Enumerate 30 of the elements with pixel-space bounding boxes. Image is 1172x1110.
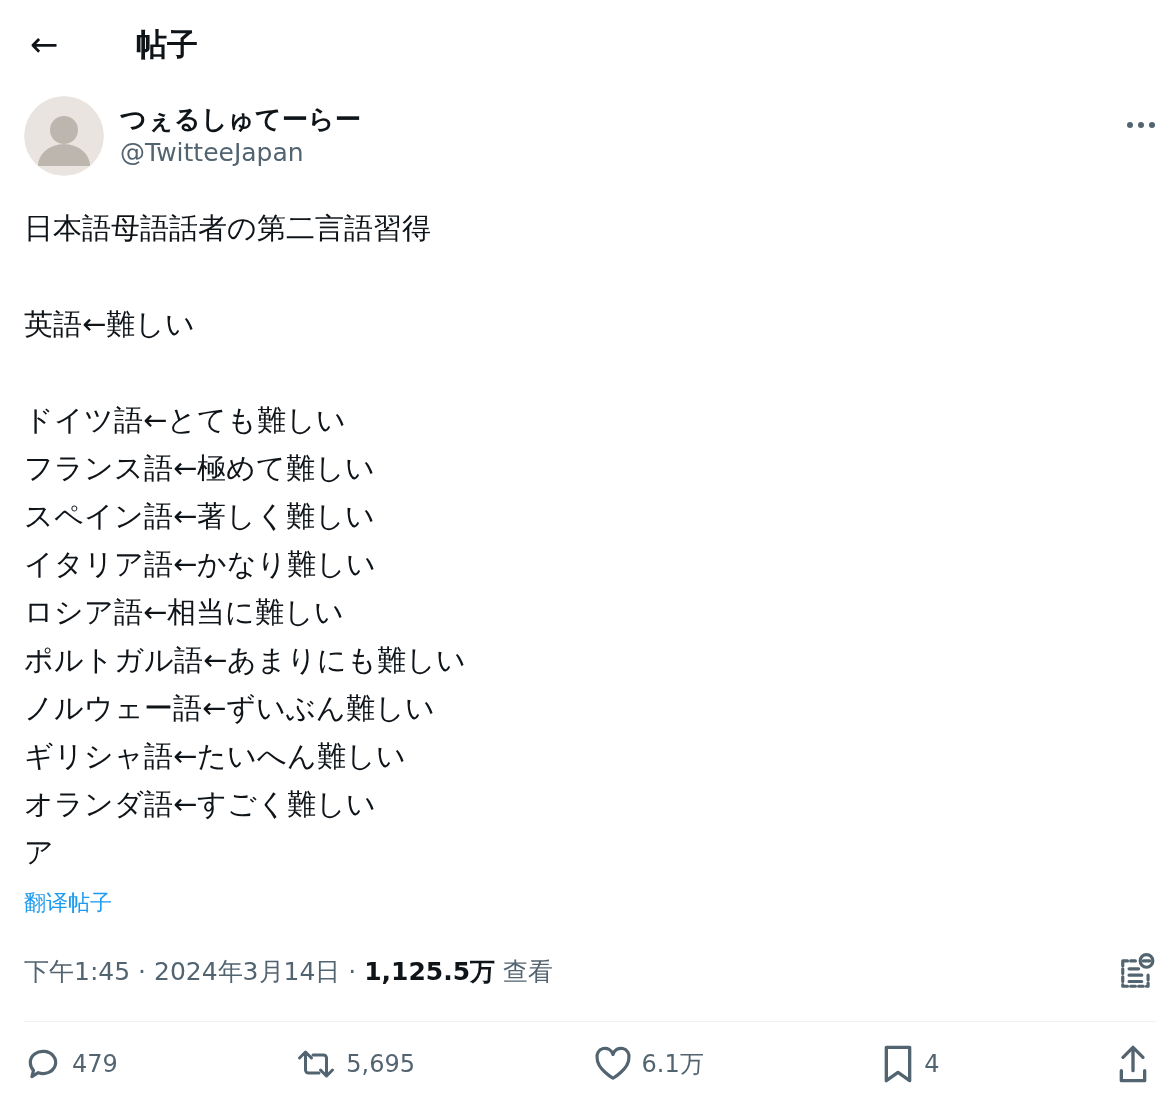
author-handle[interactable]: @TwitteeJapan [120, 136, 1126, 170]
action-count: 4 [924, 1049, 940, 1080]
post-text-line: スペイン語←著しく難しい [24, 498, 377, 535]
share-button[interactable] [1118, 1044, 1148, 1084]
reply-button[interactable]: 479 [24, 1045, 118, 1083]
action-count: 5,695 [346, 1049, 416, 1080]
post-text-line: ア [24, 834, 55, 871]
post-text-line: ギリシャ語←たいへん難しい [24, 738, 408, 775]
post-text-line: イタリア語←かなり難しい [24, 546, 378, 583]
repost-button[interactable]: 5,695 [296, 1046, 416, 1082]
post-text-line: ドイツ語←とても難しい [24, 402, 348, 439]
more-icon [1126, 120, 1156, 129]
post-meta: 下午1:45 · 2024年3月14日 · 1,125.5万 查看 [24, 956, 554, 989]
share-icon [1118, 1044, 1148, 1084]
page-title: 帖子 [136, 24, 198, 64]
author-name[interactable]: つぇるしゅてーらー [120, 102, 1126, 137]
post-text-line: ノルウェー語←ずいぶん難しい [24, 690, 437, 727]
post-text-line: 英語←難しい [24, 306, 197, 343]
post-text-line: フランス語←極めて難しい [24, 450, 377, 487]
action-count: 479 [72, 1049, 118, 1080]
post-text-line: 日本語母語話者の第二言語習得 [24, 210, 432, 247]
analytics-icon[interactable] [1118, 953, 1156, 991]
bookmark-button[interactable]: 4 [882, 1044, 940, 1084]
post-text-line: ロシア語←相当に難しい [24, 594, 346, 631]
heart-icon [593, 1046, 632, 1082]
action-count: 6.1万 [641, 1049, 704, 1080]
post-text-line: オランダ語←すごく難しい [24, 786, 378, 823]
like-button[interactable]: 6.1万 [593, 1046, 704, 1082]
post-text-line: ポルトガル語←あまりにも難しい [24, 642, 468, 679]
back-button[interactable]: ← [24, 27, 64, 61]
